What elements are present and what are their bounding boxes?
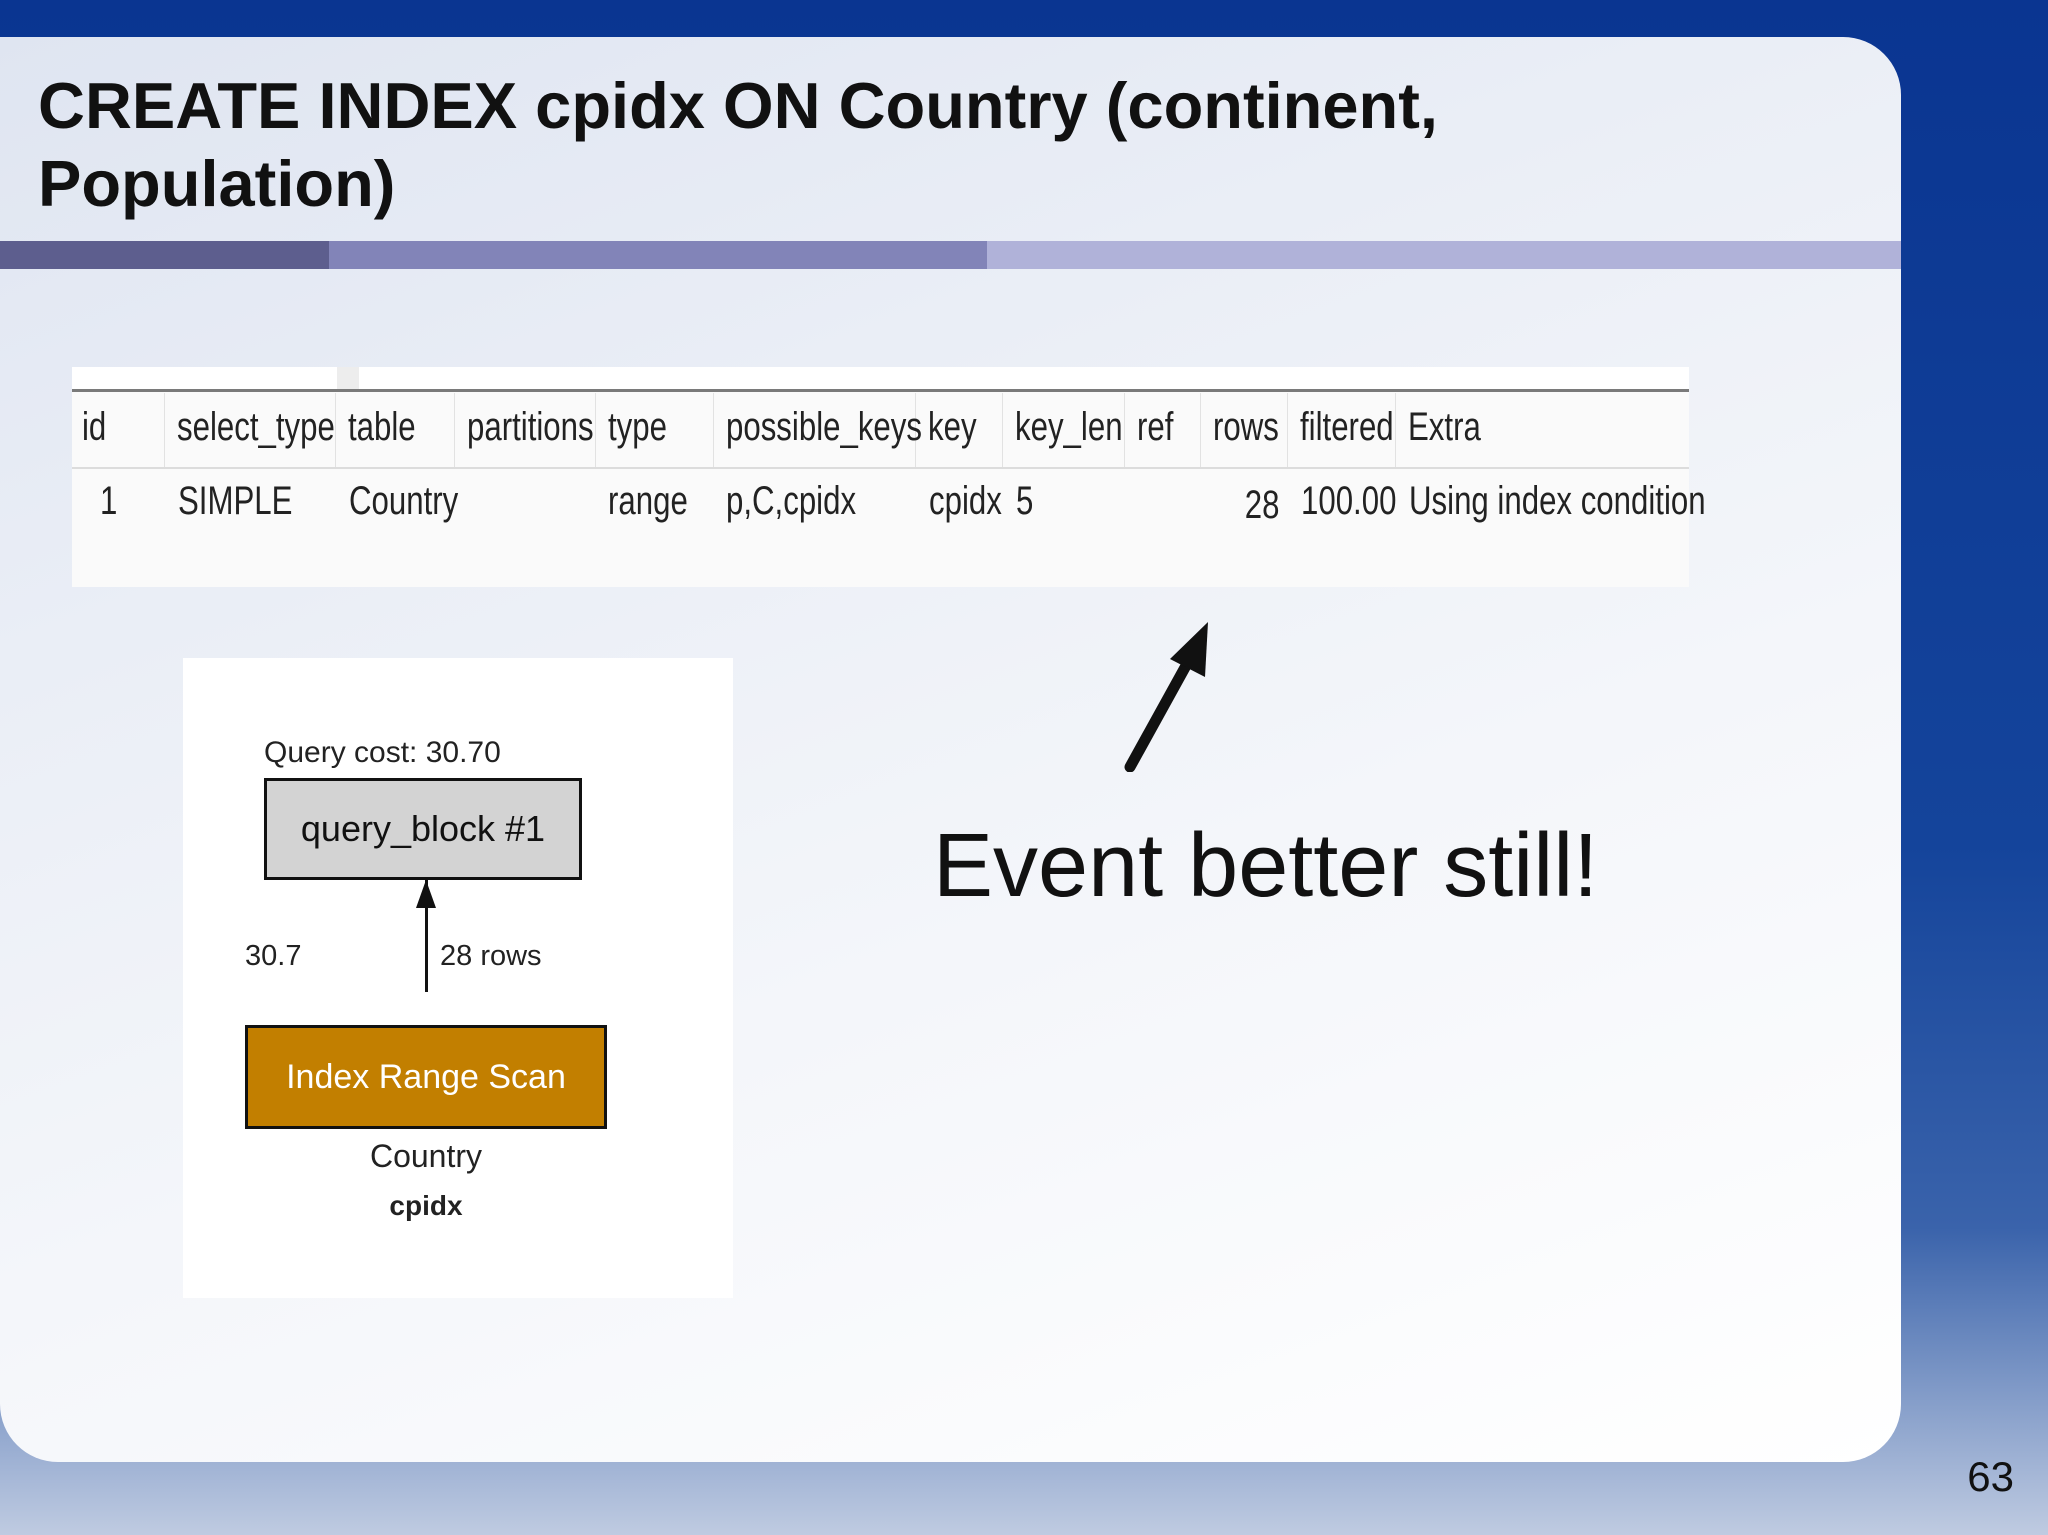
cell-rows[interactable]: 28	[1244, 483, 1279, 528]
edge-rows-label: 28 rows	[440, 940, 542, 972]
cell-type[interactable]: range	[608, 479, 688, 524]
plan-edge-arrowhead	[416, 880, 436, 908]
cell-key[interactable]: cpidx	[929, 479, 1002, 524]
scan-index-name: cpidx	[389, 1190, 463, 1221]
column-header-partitions[interactable]: partitions	[467, 405, 594, 450]
grid-header-bottom-rule	[72, 467, 1689, 469]
cell-possible-keys[interactable]: p,C,cpidx	[726, 479, 856, 524]
query-block-node[interactable]: query_block #1	[264, 778, 582, 880]
column-header-table[interactable]: table	[348, 405, 416, 450]
column-separator	[1395, 393, 1396, 467]
cell-filtered[interactable]: 100.00	[1301, 479, 1396, 524]
column-separator	[1200, 393, 1201, 467]
column-header-ref[interactable]: ref	[1137, 405, 1173, 450]
title-underline-bar	[0, 241, 1901, 269]
column-header-extra[interactable]: Extra	[1408, 405, 1481, 450]
callout-text: Event better still!	[933, 816, 1599, 916]
title-bar-segment-dark	[0, 241, 329, 269]
slide-frame: CREATE INDEX cpidx ON Country (continent…	[0, 37, 1901, 1462]
column-header-filtered[interactable]: filtered	[1300, 405, 1394, 450]
column-separator	[1124, 393, 1125, 467]
column-separator	[454, 393, 455, 467]
visual-explain-diagram: Query cost: 30.70 query_block #1 30.7 28…	[183, 658, 733, 1298]
column-header-type[interactable]: type	[608, 405, 667, 450]
column-separator	[1002, 393, 1003, 467]
scan-node-label: Index Range Scan	[286, 1057, 566, 1096]
column-header-id[interactable]: id	[82, 405, 106, 450]
cell-id[interactable]: 1	[100, 479, 117, 524]
column-separator	[595, 393, 596, 467]
column-separator	[335, 393, 336, 467]
cell-key-len[interactable]: 5	[1016, 479, 1033, 524]
title-bar-segment-mid	[329, 241, 987, 269]
slide-title-line-1: CREATE INDEX cpidx ON Country (continent…	[38, 69, 1438, 142]
edge-cost-label: 30.7	[245, 940, 302, 972]
column-separator	[164, 393, 165, 467]
grid-toolbar-strip	[72, 367, 1689, 389]
title-bar-segment-light	[987, 241, 1901, 269]
cell-extra[interactable]: Using index condition	[1409, 479, 1706, 524]
column-separator	[713, 393, 714, 467]
grid-header-top-rule	[72, 389, 1689, 392]
cell-table[interactable]: Country	[349, 479, 458, 524]
grid-tab-stub	[337, 367, 359, 389]
column-header-key[interactable]: key	[928, 405, 977, 450]
column-header-rows[interactable]: rows	[1213, 405, 1279, 450]
slide-title: CREATE INDEX cpidx ON Country (continent…	[38, 67, 1598, 223]
column-header-select-type[interactable]: select_type	[177, 405, 335, 450]
explain-result-grid: id select_type table partitions type pos…	[72, 367, 1706, 587]
scan-table-name: Country	[369, 1138, 483, 1174]
column-separator	[1287, 393, 1288, 467]
cell-select-type[interactable]: SIMPLE	[178, 479, 292, 524]
query-cost-label: Query cost: 30.70	[264, 736, 501, 769]
slide-title-line-2: Population)	[38, 147, 396, 220]
pointer-arrow-icon	[1124, 622, 1208, 772]
index-range-scan-node[interactable]: Index Range Scan	[245, 1025, 607, 1129]
column-header-possible-keys[interactable]: possible_keys	[726, 405, 922, 450]
slide-page-number: 63	[1967, 1453, 2014, 1500]
column-header-key-len[interactable]: key_len	[1015, 405, 1123, 450]
query-block-label: query_block #1	[300, 808, 546, 849]
